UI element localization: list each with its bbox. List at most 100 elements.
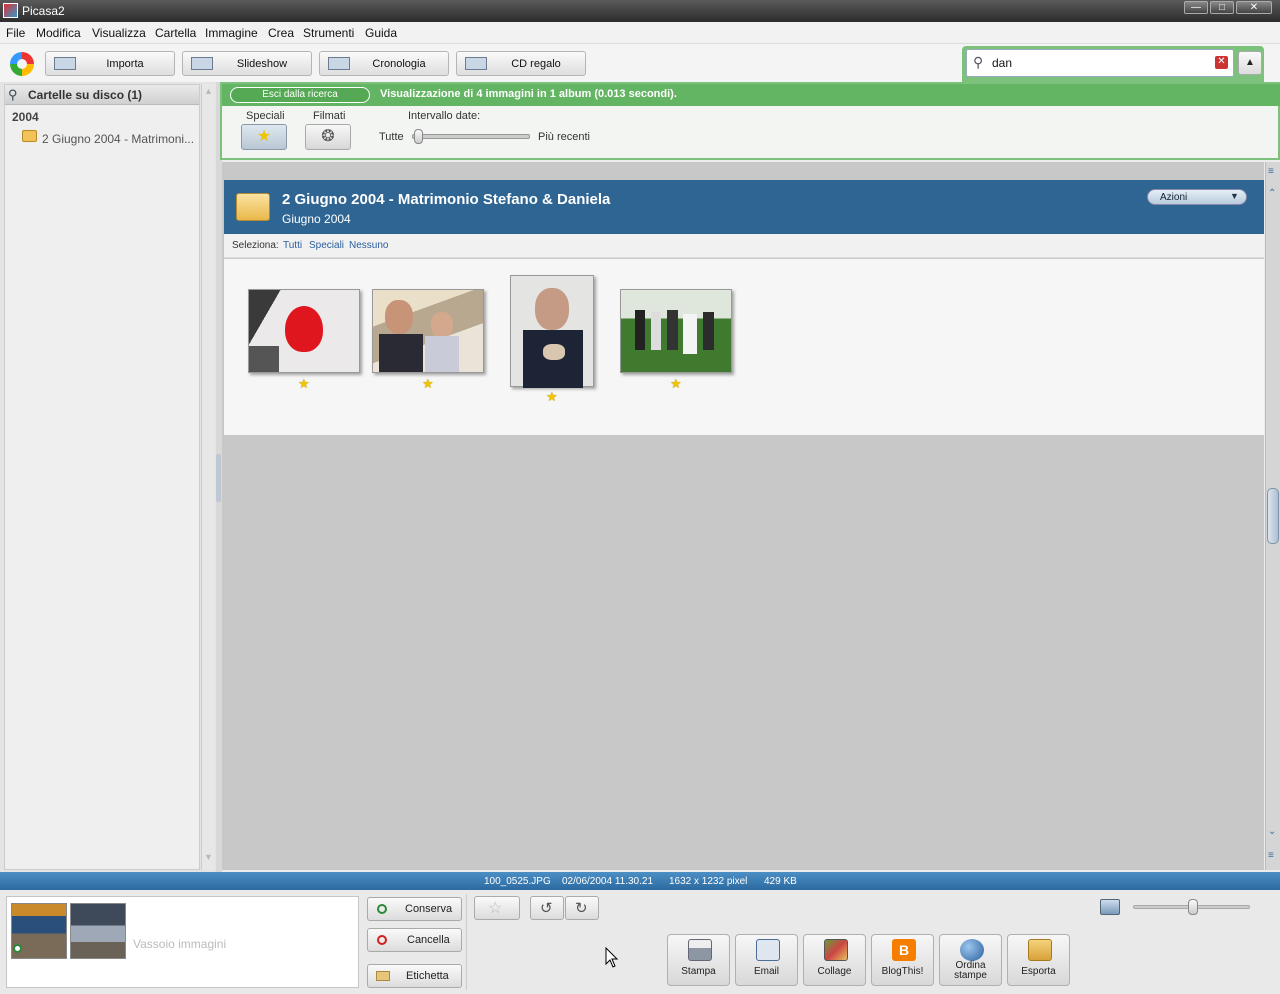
scroll-up-icon[interactable]: ⌃ [1268,188,1276,199]
hold-indicator-icon [13,944,22,953]
status-dimensions: 1632 x 1232 pixel [669,876,748,887]
picasa-home-icon[interactable] [10,52,34,76]
export-icon [1028,939,1052,961]
folder-icon [22,130,37,142]
starred-filter-button[interactable]: ★ [241,124,287,150]
folder-list-scrollbar[interactable]: ▲ ▼ [201,84,215,870]
menu-crea[interactable]: Crea [268,26,294,40]
zoom-slider[interactable] [1133,899,1250,915]
film-reel-icon: ❂ [321,128,335,145]
import-button[interactable]: Importa [45,51,175,76]
zoom-slider-handle[interactable] [1187,899,1198,915]
rotate-left-button[interactable]: ↺ [530,896,564,920]
gift-cd-button[interactable]: CD regalo [456,51,586,76]
select-starred-link[interactable]: Speciali [309,240,344,251]
date-range-to: Più recenti [538,131,590,143]
exit-search-button[interactable]: Esci dalla ricerca [230,87,370,103]
star-button[interactable]: ☆ [474,896,520,920]
date-slider-handle[interactable] [414,129,423,144]
clear-button[interactable]: Cancella [367,928,462,952]
camera-import-icon [54,57,76,70]
slideshow-icon [191,57,213,70]
star-icon: ★ [670,376,682,391]
clear-icon [377,935,387,945]
menu-modifica[interactable]: Modifica [36,26,81,40]
search-input[interactable]: ⚲ dan ✕ [966,49,1234,77]
menu-cartella[interactable]: Cartella [155,26,196,40]
collage-button[interactable]: Collage [803,934,866,986]
movies-filter-button[interactable]: ❂ [305,124,351,150]
email-button[interactable]: Email [735,934,798,986]
tray-placeholder: Vassoio immagini [133,937,227,951]
hold-button[interactable]: Conserva [367,897,462,921]
actions-dropdown[interactable]: Azioni ▼ [1147,189,1247,205]
mouse-cursor-icon [605,947,619,968]
photo-tray: Vassoio immagini [6,896,359,988]
collage-icon [824,939,848,961]
select-all-link[interactable]: Tutti [283,240,302,251]
export-button[interactable]: Esporta [1007,934,1070,986]
menu-bar: File Modifica Visualizza Cartella Immagi… [0,22,1280,44]
status-datetime: 02/06/2004 11.30.21 [562,876,654,887]
scroll-down-icon[interactable]: ⌄ [1268,826,1276,837]
library-scrollbar[interactable]: ≡ ⌃ ⌄ ≡ [1265,162,1280,870]
album-folder-icon [236,193,270,221]
zoom-icon [1100,899,1120,915]
printer-icon [688,939,712,961]
movies-filter-label: Filmati [313,110,346,122]
menu-strumenti[interactable]: Strumenti [303,26,354,40]
album-header: 2 Giugno 2004 - Matrimonio Stefano & Dan… [224,180,1264,234]
selection-bar: Seleziona: Tutti Speciali Nessuno [224,234,1264,258]
close-window-button[interactable]: ✕ [1236,1,1272,14]
email-icon [756,939,780,961]
search-result-header: Esci dalla ricerca Visualizzazione di 4 … [222,84,1280,106]
star-icon: ★ [256,128,272,145]
tray-thumbnail[interactable] [70,903,126,959]
thumbnail-grid: ★ ★ ★ ★ [224,259,1264,435]
folder-list: ⚲ Cartelle su disco (1) 2004 2 Giugno 20… [4,84,200,870]
globe-icon [960,939,984,961]
print-button[interactable]: Stampa [667,934,730,986]
photo-thumbnail[interactable] [248,289,360,373]
minimize-button[interactable]: — [1184,1,1208,14]
maximize-button[interactable]: □ [1210,1,1234,14]
timeline-button[interactable]: Cronologia [319,51,449,76]
date-range-slider[interactable] [412,129,530,144]
scroll-top-icon[interactable]: ≡ [1268,166,1274,177]
photo-thumbnail[interactable] [372,289,484,373]
scrollbar-thumb[interactable] [1267,488,1279,544]
clear-search-icon[interactable]: ✕ [1215,56,1228,69]
photo-thumbnail[interactable] [620,289,732,373]
star-outline-icon: ☆ [488,900,503,917]
collapse-search-button[interactable]: ▲ [1238,51,1262,75]
slideshow-button[interactable]: Slideshow [182,51,312,76]
tray-thumbnail[interactable] [11,903,67,959]
order-prints-button[interactable]: Ordina stampe [939,934,1002,986]
star-icon: ★ [546,389,558,404]
folder-list-header[interactable]: ⚲ Cartelle su disco (1) [5,85,199,105]
menu-visualizza[interactable]: Visualizza [92,26,146,40]
search-result-text: Visualizzazione di 4 immagini in 1 album… [380,88,677,100]
status-filename: 100_0525.JPG [484,876,551,887]
blogger-icon: B [892,939,916,961]
status-filesize: 429 KB [764,876,797,887]
select-none-link[interactable]: Nessuno [349,240,388,251]
date-range-label: Intervallo date: [408,110,481,122]
rotate-left-icon: ↺ [540,900,553,917]
rotate-right-button[interactable]: ↻ [565,896,599,920]
blogthis-button[interactable]: B BlogThis! [871,934,934,986]
label-button[interactable]: Etichetta [367,964,462,988]
window-title: Picasa2 [22,4,65,18]
menu-immagine[interactable]: Immagine [205,26,258,40]
tag-icon [376,971,390,981]
status-bar: 100_0525.JPG 02/06/2004 11.30.21 1632 x … [0,872,1280,890]
scroll-bottom-icon[interactable]: ≡ [1268,850,1274,861]
timeline-icon [328,57,350,70]
star-icon: ★ [298,376,310,391]
photo-thumbnail[interactable] [510,275,594,388]
menu-guida[interactable]: Guida [365,26,397,40]
menu-file[interactable]: File [6,26,25,40]
starred-filter-label: Speciali [246,110,285,122]
date-range-from: Tutte [379,131,404,143]
folder-item[interactable]: 2 Giugno 2004 - Matrimoni... [22,129,198,147]
